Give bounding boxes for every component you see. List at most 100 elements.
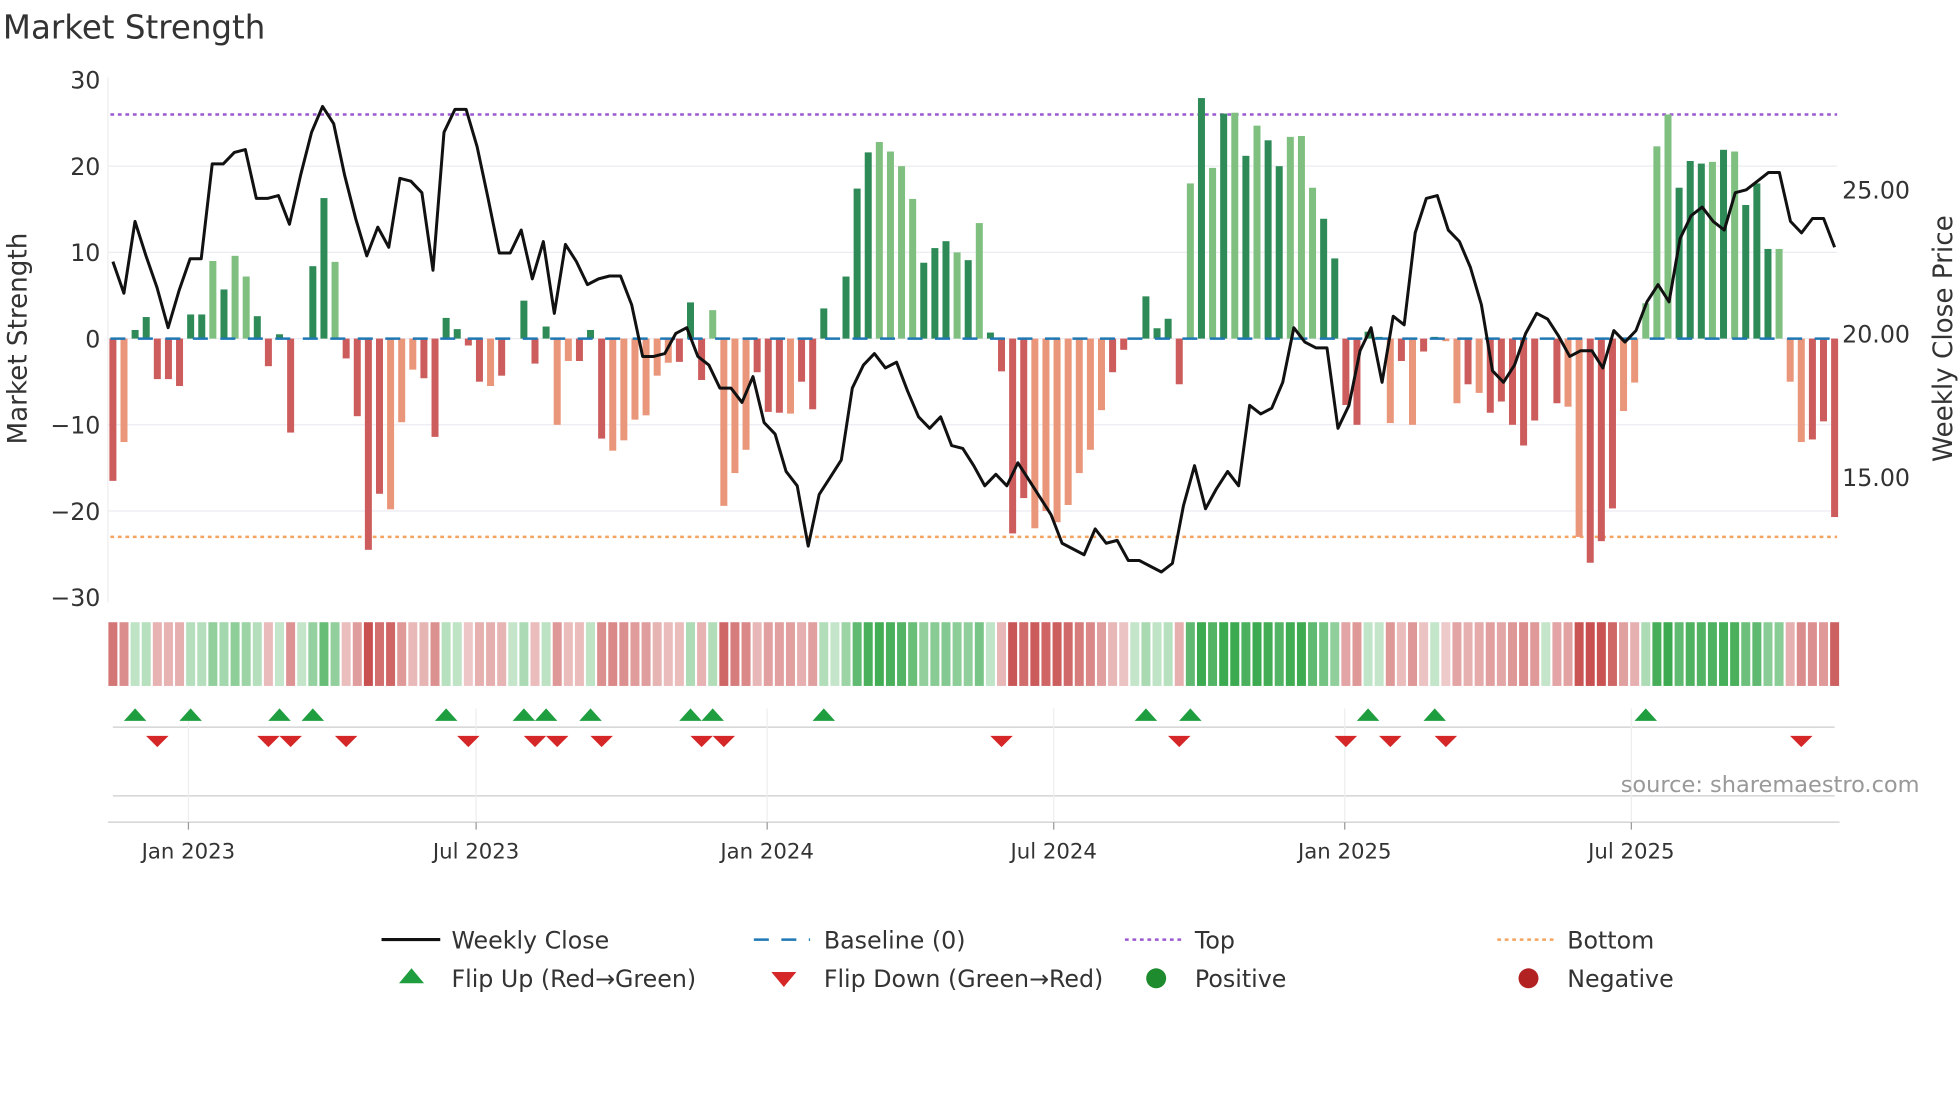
regime-strip-cell [363,622,373,686]
regime-strip-cell [1474,622,1484,686]
strength-bar [309,266,317,339]
flip-up-marker [179,708,202,721]
regime-strip-cell [241,622,251,686]
regime-strip-cell [352,622,362,686]
strength-bar [942,241,950,339]
regime-strip-cell [1030,622,1040,686]
regime-strip-cell [152,622,162,686]
y2-axis-title: Weekly Close Price [1929,215,1959,462]
regime-strip-cell [752,622,762,686]
regime-strip-cell [885,622,895,686]
strength-bar [1297,136,1305,339]
strength-bar [886,151,894,339]
strength-bar [1209,167,1217,339]
regime-strip-cell [1630,622,1640,686]
flip-down-marker [712,735,736,748]
regime-strip-cell [286,622,296,686]
strength-bar [564,338,572,362]
regime-strip-cell [452,622,462,686]
regime-strip-cell [1663,622,1673,686]
strength-bar [1097,338,1105,411]
regime-strip-cell [1807,622,1817,686]
strength-bar [520,300,528,339]
strength-bar [242,276,250,339]
regime-strip-cell [1063,622,1073,686]
strength-bar [798,338,806,382]
regime-strip-cell [208,622,218,686]
flip-down-marker [279,735,302,748]
strength-bar [431,338,439,437]
strength-bar [1508,338,1516,425]
strength-bar [1242,155,1250,339]
strength-bar [220,289,228,339]
strength-bar [720,338,728,506]
regime-strip-cell [730,622,740,686]
regime-strip-cell [1819,622,1829,686]
strength-bar [1253,125,1261,339]
strength-bar [442,317,450,339]
regime-strip-cell [897,622,907,686]
strength-bar [1586,338,1594,563]
strength-bar [176,338,184,387]
y2-tick-label: 25.00 [1842,177,1910,205]
x-tick-label: Jul 2025 [1586,839,1674,864]
strength-bar [975,223,983,339]
regime-strip-cell [1385,622,1395,686]
regime-strip-cell [1296,622,1306,686]
strength-bar [1553,338,1561,404]
strength-bar [731,338,739,474]
strength-bar [553,338,561,425]
regime-strip-cell [919,622,929,686]
strength-bar [1042,338,1050,512]
regime-strip-cell [1274,622,1284,686]
y-tick-label: −30 [50,584,100,612]
regime-strip-cell [908,622,918,686]
regime-strip-cell [619,622,629,686]
regime-strip-cell [1019,622,1029,686]
strength-bar [1397,338,1405,362]
y-tick-label: 0 [85,325,100,353]
flip-down-marker [1434,735,1458,748]
regime-strip-cell [252,622,262,686]
flip-up-marker [534,708,558,721]
regime-strip-cell [408,622,418,686]
regime-strip-cell [930,622,940,686]
regime-strip-cell [1241,622,1251,686]
regime-strip-cell [1174,622,1184,686]
strength-bar [775,338,783,413]
legend-label: Baseline (0) [824,926,966,954]
x-tick-label: Jan 2025 [1296,839,1392,864]
regime-strip-cell [1641,622,1651,686]
strength-bar [909,198,917,339]
strength-bar [1497,338,1505,402]
strength-bar [620,338,628,441]
strength-bar [675,338,683,362]
y-tick-label: −20 [50,498,100,526]
legend-label: Flip Down (Green→Red) [824,965,1103,993]
strength-bar [375,338,383,494]
legend-positive-icon [1146,968,1167,989]
regime-strip-cell [1341,622,1351,686]
strength-bar [498,338,506,376]
strength-bar [153,338,161,380]
strength-bar [453,329,461,339]
regime-strip-cell [1085,622,1095,686]
regime-strip-cell [1696,622,1706,686]
regime-strip-cell [1363,622,1373,686]
regime-strip-cell [1430,622,1440,686]
regime-strip-cell [697,622,707,686]
regime-strip-cell [1052,622,1062,686]
regime-strip-cell [1452,622,1462,686]
strength-bar [1708,161,1716,339]
regime-strip-cell [463,622,473,686]
strength-bar [187,314,195,339]
strength-bar [1320,218,1328,339]
strength-bar [1608,338,1616,509]
flip-up-marker [701,708,724,721]
regime-strip-cell [1730,622,1740,686]
regime-strip-cell [1463,622,1473,686]
strength-bar [1331,258,1339,339]
regime-strip-cell [963,622,973,686]
strength-bar [1797,338,1805,443]
flip-up-marker [268,708,291,721]
